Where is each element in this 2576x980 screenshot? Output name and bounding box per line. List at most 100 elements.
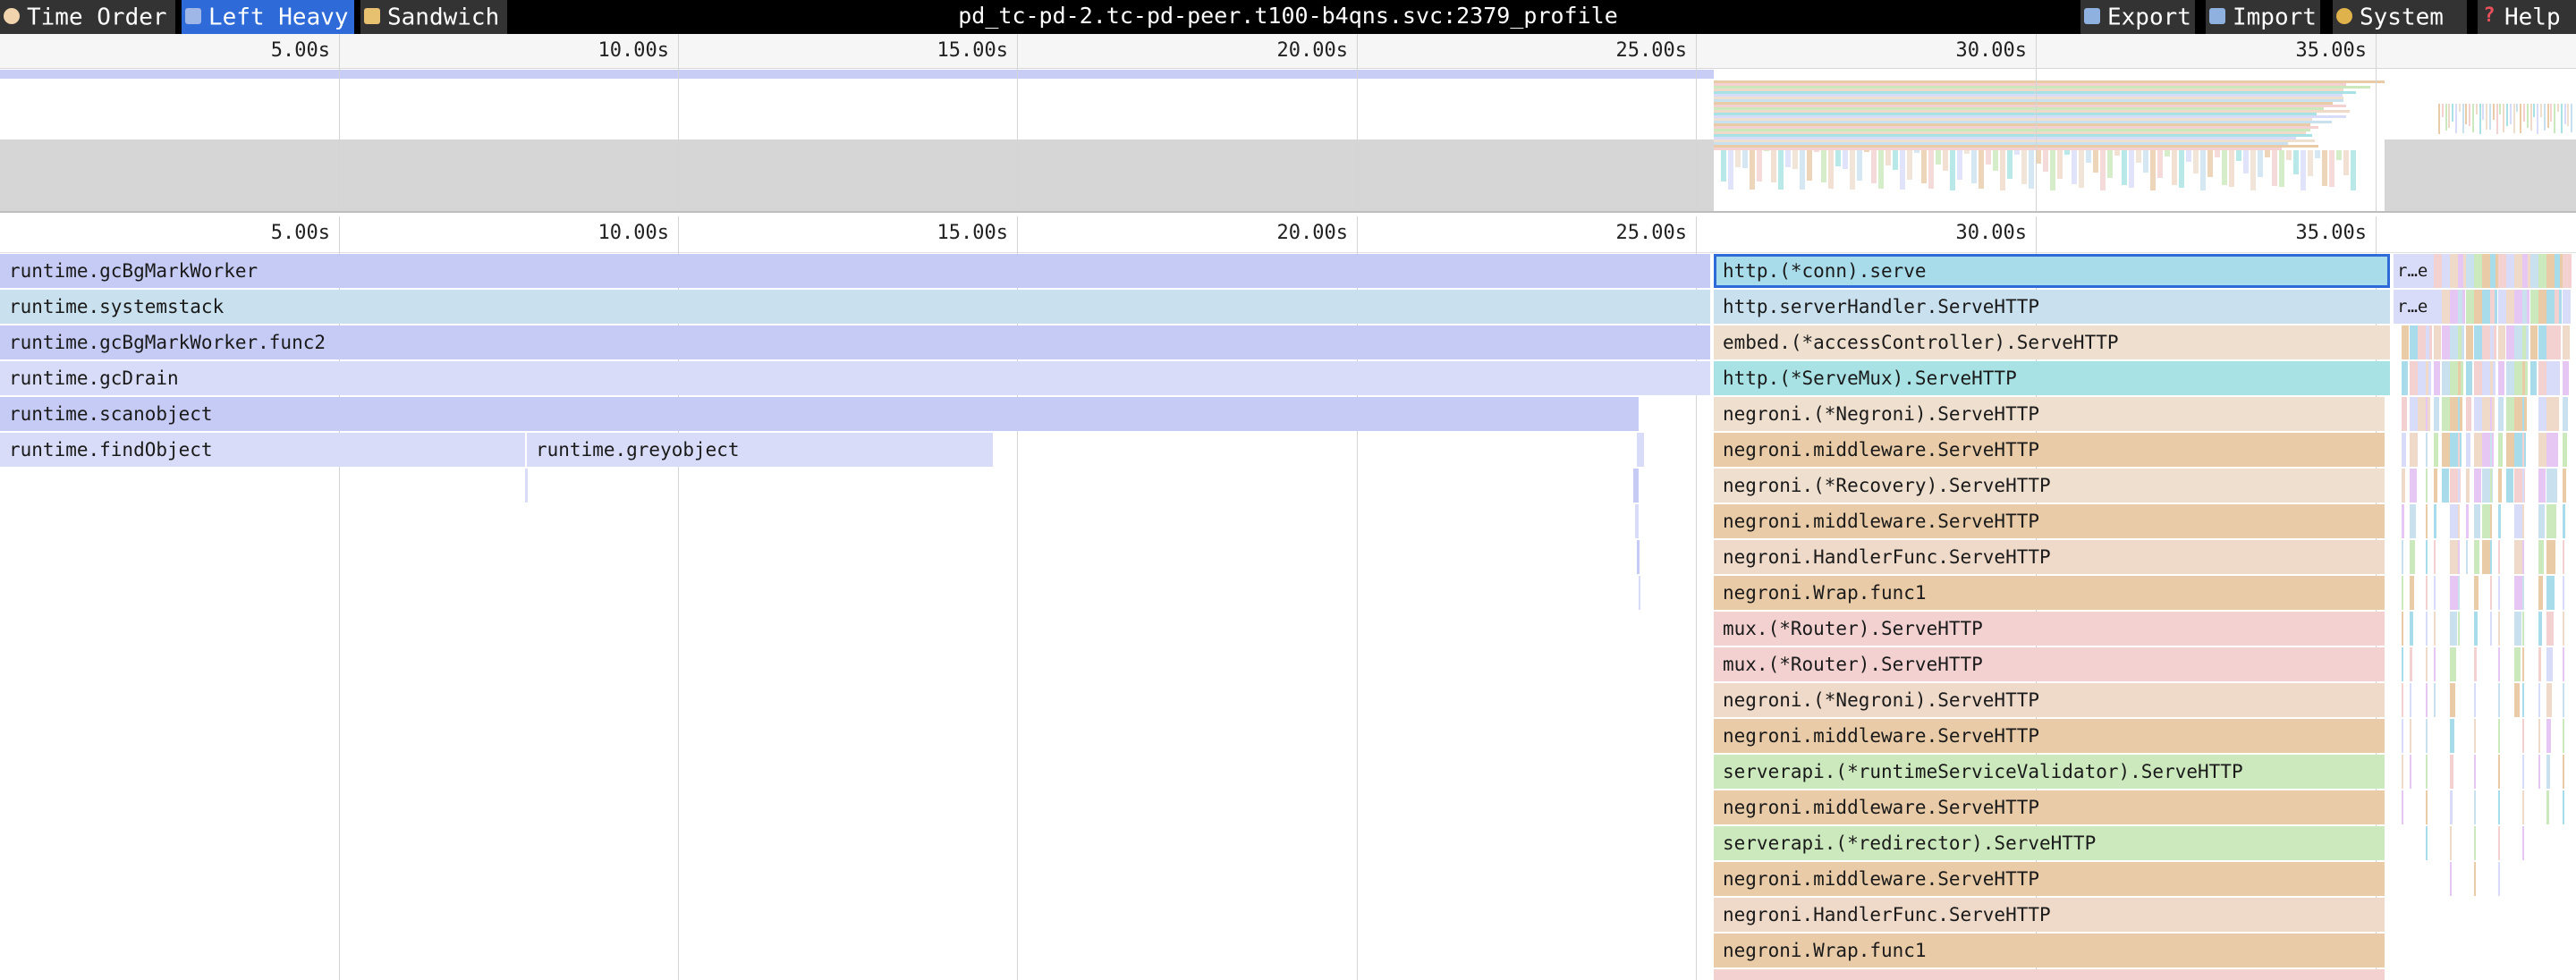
flame-frame-sliver[interactable] [2498, 612, 2500, 646]
flame-frame-sliver[interactable] [2514, 325, 2529, 359]
flame-frame-sliver[interactable] [2418, 325, 2432, 359]
flame-frame-sliver[interactable] [2458, 433, 2460, 467]
flame-frame-sliver[interactable] [2402, 469, 2405, 503]
flame-frame-sliver[interactable] [2522, 254, 2528, 288]
tab-time-order[interactable]: Time Order [0, 0, 175, 34]
flame-frame-sliver[interactable] [2474, 683, 2476, 717]
flame-frame[interactable]: mux.(*Router).ServeHTTP [1714, 647, 2385, 681]
flame-frame-sliver[interactable] [2546, 719, 2551, 753]
flame-frame-sliver[interactable] [2522, 290, 2527, 324]
flame-frame-sliver[interactable] [2490, 433, 2492, 467]
flame-frame-sliver[interactable] [2426, 826, 2428, 860]
flame-frame[interactable]: runtime.findObject [0, 433, 525, 467]
flame-frame-sliver[interactable] [2498, 683, 2500, 717]
flame-frame-sliver[interactable] [2474, 540, 2479, 574]
flame-frame[interactable]: negroni.(*Negroni).ServeHTTP [1714, 683, 2385, 717]
help-button[interactable]: ? Help [2478, 0, 2576, 34]
flame-frame-sliver[interactable] [2474, 469, 2481, 503]
flame-frame-sliver[interactable] [2522, 325, 2526, 359]
flame-frame-sliver[interactable] [2546, 647, 2553, 681]
flame-frame-sliver[interactable] [2466, 361, 2472, 395]
flame-frame-sliver[interactable] [2458, 254, 2463, 288]
flame-frame-sliver[interactable] [2474, 612, 2478, 646]
flame-frame-sliver[interactable] [2498, 290, 2506, 324]
flame-frame-sliver[interactable] [2426, 361, 2428, 395]
flame-frame[interactable]: negroni.middleware.ServeHTTP [1714, 433, 2385, 467]
flame-frame-sliver[interactable] [2402, 612, 2403, 646]
flame-frame-sliver[interactable] [2474, 647, 2477, 681]
flame-frame-sliver[interactable] [2466, 433, 2470, 467]
flame-frame-sliver[interactable] [2490, 361, 2493, 395]
flame-frame-sliver[interactable] [2434, 397, 2439, 431]
flame-frame[interactable]: http.(*conn).serve [1714, 254, 2390, 288]
flame-frame-sliver[interactable] [2490, 290, 2495, 324]
flame-frame-sliver[interactable] [2563, 719, 2564, 753]
flame-frame-sliver[interactable] [2563, 755, 2564, 789]
flame-frame-sliver[interactable] [1714, 969, 2385, 980]
tab-left-heavy[interactable]: Left Heavy [182, 0, 354, 34]
flame-frame-sliver[interactable] [2450, 576, 2458, 610]
flame-frame-sliver[interactable] [2410, 576, 2414, 610]
flame-frame-sliver[interactable] [2498, 469, 2502, 503]
flame-frame-sliver[interactable] [2522, 433, 2524, 467]
flame-frame-sliver[interactable] [2434, 540, 2436, 574]
flame-frame-sliver[interactable] [2434, 683, 2436, 717]
flame-frame-sliver[interactable] [2410, 719, 2411, 753]
flame-frame-sliver[interactable] [2458, 540, 2460, 574]
flame-frame-sliver[interactable] [2426, 683, 2428, 717]
flame-frame-sliver[interactable] [2546, 576, 2555, 610]
flame-frame[interactable]: runtime.gcBgMarkWorker [0, 254, 1710, 288]
flame-frame-sliver[interactable] [2546, 469, 2557, 503]
flame-frame-sliver[interactable] [2426, 433, 2428, 467]
flame-frame-sliver[interactable] [2426, 469, 2428, 503]
flame-frame[interactable]: negroni.middleware.ServeHTTP [1714, 504, 2385, 538]
flame-frame-sliver[interactable] [2402, 683, 2403, 717]
flame-frame-sliver[interactable] [2490, 469, 2492, 503]
flame-frame-sliver[interactable] [2522, 719, 2524, 753]
flame-frame-sliver[interactable] [2410, 433, 2418, 467]
flame-frame-sliver[interactable] [2402, 361, 2408, 395]
flame-frame-sliver[interactable] [2522, 540, 2524, 574]
flame-frame-sliver[interactable] [2434, 612, 2436, 646]
flame-frame-sliver[interactable] [2426, 576, 2428, 610]
flame-frame-sliver[interactable] [2490, 397, 2492, 431]
flame-frame-sliver[interactable] [2466, 397, 2471, 431]
import-button[interactable]: Import [2206, 0, 2320, 34]
flame-frame-sliver[interactable] [2522, 576, 2524, 610]
flame-frame-sliver[interactable] [2450, 397, 2462, 431]
flame-frame[interactable]: embed.(*accessController).ServeHTTP [1714, 325, 2390, 359]
flame-frame-sliver[interactable] [2450, 755, 2453, 789]
flame-frame-sliver[interactable] [2546, 361, 2560, 395]
flame-frame[interactable]: negroni.middleware.ServeHTTP [1714, 862, 2385, 896]
flame-frame[interactable]: negroni.HandlerFunc.ServeHTTP [1714, 540, 2385, 574]
flame-frame-sliver[interactable] [1635, 504, 1639, 538]
flame-frame-sliver[interactable] [2522, 683, 2524, 717]
flame-frame-sliver[interactable] [2466, 504, 2469, 538]
flame-frame-sliver[interactable] [2450, 361, 2463, 395]
flame-frame-sliver[interactable] [2458, 290, 2462, 324]
flame-frame-sliver[interactable] [2506, 433, 2514, 467]
flame-frame-sliver[interactable] [2474, 790, 2476, 824]
flame-frame-sliver[interactable] [2458, 504, 2460, 538]
flame-frame[interactable]: negroni.middleware.ServeHTTP [1714, 790, 2385, 824]
flame-frame-sliver[interactable] [2538, 647, 2541, 681]
flame-frame-sliver[interactable] [2426, 755, 2428, 789]
flame-frame-sliver[interactable] [2498, 397, 2504, 431]
flame-frame-sliver[interactable] [2498, 504, 2501, 538]
flame-frame-sliver[interactable] [1637, 540, 1640, 574]
flame-frame-sliver[interactable] [2514, 576, 2522, 610]
flame-frame-sliver[interactable] [2563, 683, 2564, 717]
flame-frame-sliver[interactable] [2482, 361, 2496, 395]
flame-frame-sliver[interactable] [2426, 540, 2428, 574]
flame-frame-sliver[interactable] [2498, 325, 2505, 359]
flame-frame-sliver[interactable] [2563, 433, 2567, 467]
flame-frame-sliver[interactable] [2402, 504, 2404, 538]
flame-frame-sliver[interactable] [2546, 504, 2556, 538]
flame-frame-sliver[interactable] [2458, 325, 2462, 359]
flame-frame-sliver[interactable] [2434, 433, 2438, 467]
flame-frame-sliver[interactable] [2474, 826, 2476, 860]
flame-frame-sliver[interactable] [2514, 612, 2521, 646]
flame-frame-sliver[interactable] [2490, 254, 2496, 288]
flame-frame-sliver[interactable] [2563, 290, 2571, 324]
flame-frame-sliver[interactable] [2498, 361, 2504, 395]
